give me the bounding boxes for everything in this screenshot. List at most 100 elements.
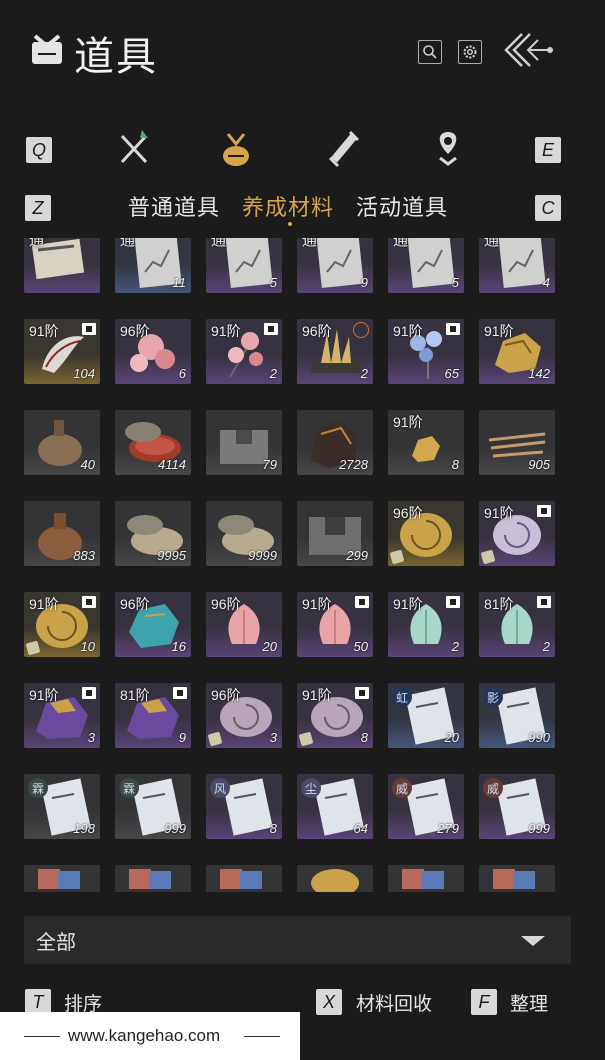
item-slot[interactable]: 风8: [206, 774, 282, 839]
search-button[interactable]: [418, 40, 442, 64]
item-slot[interactable]: [24, 865, 100, 892]
item-slot[interactable]: 2728: [297, 410, 373, 475]
item-type-label: 通: [211, 238, 227, 249]
item-slot[interactable]: 96阶 16: [115, 592, 191, 657]
materials-bag-icon[interactable]: [216, 128, 256, 170]
item-slot[interactable]: 91阶 2: [206, 319, 282, 384]
item-quantity: 990: [528, 730, 550, 745]
item-quantity: 2: [360, 366, 368, 381]
item-slot[interactable]: 4114: [115, 410, 191, 475]
next-category-key[interactable]: E: [535, 137, 561, 163]
item-quantity: 3: [87, 730, 95, 745]
item-slot[interactable]: 尘 64: [297, 774, 373, 839]
item-slot[interactable]: 91阶 8: [297, 683, 373, 748]
sub-tabs: Z 普通道具 养成材料 活动道具 C: [0, 190, 605, 226]
prev-subtab-key[interactable]: Z: [25, 195, 51, 221]
seal-icon: 虹: [392, 687, 412, 707]
item-quantity: 142: [528, 366, 550, 381]
item-slot[interactable]: 威 999: [479, 774, 555, 839]
recycle-key[interactable]: X: [316, 989, 342, 1015]
item-slot[interactable]: 通 11: [115, 238, 191, 293]
search-icon: [423, 45, 437, 59]
item-slot[interactable]: 79: [206, 410, 282, 475]
item-slot[interactable]: 9995: [115, 501, 191, 566]
item-slot[interactable]: 通4: [479, 238, 555, 293]
item-slot[interactable]: 91阶 3: [24, 683, 100, 748]
item-slot[interactable]: 96阶: [388, 501, 464, 566]
item-level: 91阶: [29, 687, 59, 703]
item-level: 96阶: [120, 596, 150, 612]
item-slot[interactable]: [115, 865, 191, 892]
item-quantity: 8: [360, 730, 368, 745]
item-level: 96阶: [302, 323, 332, 339]
item-quantity: 20: [444, 730, 459, 745]
prev-category-key[interactable]: Q: [26, 137, 52, 163]
tab-event-items[interactable]: 活动道具: [356, 190, 448, 222]
item-quantity: 8: [269, 821, 277, 836]
gear-icon: [463, 45, 477, 59]
item-slot[interactable]: [479, 865, 555, 892]
item-slot[interactable]: 虹 20: [388, 683, 464, 748]
filter-dropdown[interactable]: 全部: [24, 916, 571, 964]
item-slot[interactable]: 91阶 8: [388, 410, 464, 475]
settings-button[interactable]: [458, 40, 482, 64]
item-slot[interactable]: 通5: [206, 238, 282, 293]
recycle-materials-button[interactable]: 材料回收: [356, 989, 432, 1016]
back-arrow-icon[interactable]: [500, 30, 558, 70]
organize-key[interactable]: F: [471, 989, 497, 1015]
tab-growth-materials[interactable]: 养成材料: [242, 190, 334, 222]
item-slot[interactable]: 威 279: [388, 774, 464, 839]
bound-badge-icon: [173, 687, 187, 699]
bound-badge-icon: [446, 596, 460, 608]
bound-badge-icon: [446, 323, 460, 335]
item-level: 96阶: [393, 505, 423, 521]
item-slot[interactable]: 905: [479, 410, 555, 475]
item-slot[interactable]: 96阶 20: [206, 592, 282, 657]
item-slot[interactable]: [206, 865, 282, 892]
scroll-icon[interactable]: [324, 128, 364, 170]
weapons-icon[interactable]: [114, 128, 154, 170]
item-quantity: 2: [542, 639, 550, 654]
item-slot[interactable]: 91阶: [479, 501, 555, 566]
watermark-footer: www.kangehao.com: [0, 1012, 300, 1060]
item-slot[interactable]: [297, 865, 373, 892]
item-slot[interactable]: 91阶 142: [479, 319, 555, 384]
item-slot[interactable]: 91阶 50: [297, 592, 373, 657]
item-slot[interactable]: 91阶 104: [24, 319, 100, 384]
item-slot[interactable]: 96阶 6: [115, 319, 191, 384]
tab-normal-items[interactable]: 普通道具: [128, 190, 220, 222]
item-slot[interactable]: 9999: [206, 501, 282, 566]
item-slot[interactable]: 91阶 65: [388, 319, 464, 384]
organize-button[interactable]: 整理: [510, 989, 548, 1016]
item-slot[interactable]: 霖 999: [115, 774, 191, 839]
item-level: 91阶: [484, 505, 514, 521]
divider: [24, 1036, 60, 1037]
item-quantity: 50: [353, 639, 368, 654]
seal-icon: 霖: [119, 778, 139, 798]
item-slot[interactable]: 通5: [388, 238, 464, 293]
item-slot[interactable]: 96阶 2: [297, 319, 373, 384]
next-subtab-key[interactable]: C: [535, 195, 561, 221]
item-slot[interactable]: 81阶 9: [115, 683, 191, 748]
item-slot[interactable]: 883: [24, 501, 100, 566]
target-icon: [353, 322, 369, 338]
item-slot[interactable]: [388, 865, 464, 892]
item-type-label: 通: [120, 238, 136, 249]
item-slot[interactable]: 通9: [297, 238, 373, 293]
bound-badge-icon: [82, 596, 96, 608]
item-slot[interactable]: 霖 198: [24, 774, 100, 839]
location-pin-icon[interactable]: [428, 128, 468, 170]
item-quantity: 9: [360, 275, 368, 290]
item-slot[interactable]: 40: [24, 410, 100, 475]
page-title: 道具: [74, 34, 158, 80]
item-slot[interactable]: 91阶 10: [24, 592, 100, 657]
item-slot[interactable]: 96阶 3: [206, 683, 282, 748]
item-slot[interactable]: 299: [297, 501, 373, 566]
bound-badge-icon: [82, 687, 96, 699]
item-quantity: 2728: [339, 457, 368, 472]
item-slot[interactable]: 91阶 2: [388, 592, 464, 657]
item-quantity: 3: [269, 730, 277, 745]
item-slot[interactable]: 影 990: [479, 683, 555, 748]
item-slot[interactable]: 81阶 2: [479, 592, 555, 657]
item-slot[interactable]: 通: [24, 238, 100, 293]
